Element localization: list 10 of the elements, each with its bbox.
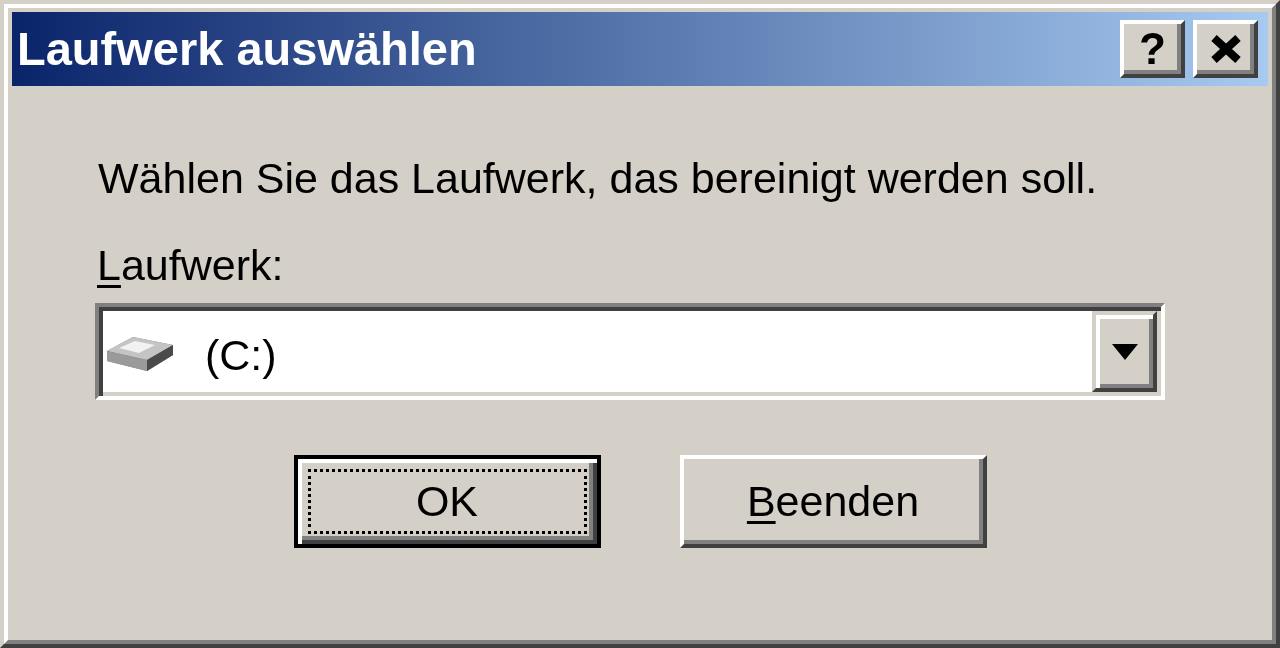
drive-dropdown[interactable]: (C:) xyxy=(95,303,1165,400)
exit-button[interactable]: Beenden xyxy=(679,455,987,548)
field-label: Laufwerk: xyxy=(97,241,284,290)
help-button[interactable]: ? xyxy=(1120,20,1185,78)
instruction-text: Wählen Sie das Laufwerk, das bereinigt werden soll. xyxy=(98,154,1098,203)
dropdown-arrow-button[interactable] xyxy=(1092,311,1157,392)
ok-button[interactable]: OK xyxy=(293,455,601,548)
window-title: Laufwerk auswählen xyxy=(17,22,478,76)
close-button[interactable] xyxy=(1193,20,1258,78)
caret-down-icon xyxy=(1111,343,1138,360)
